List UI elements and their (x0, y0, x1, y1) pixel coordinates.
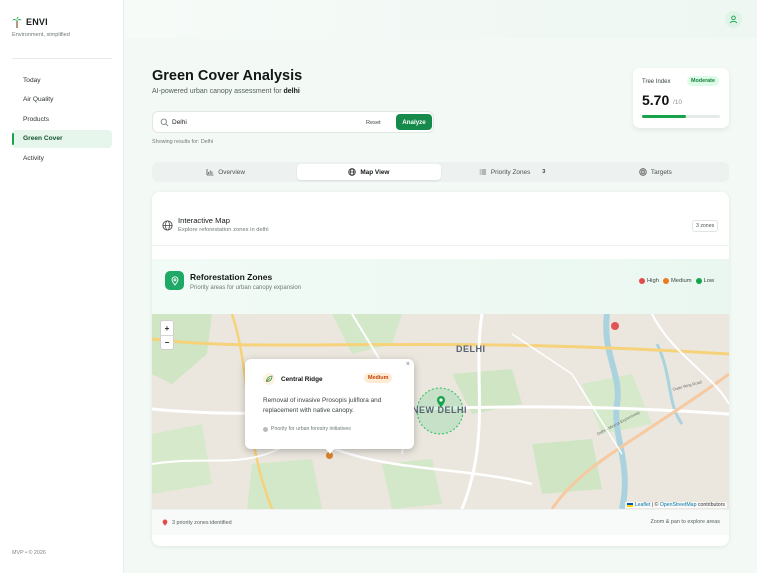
user-icon (729, 15, 738, 24)
legend-high-label: High (647, 278, 659, 284)
sidebar-item-today[interactable]: Today (12, 71, 112, 89)
tree-index-value: 5.70 (642, 92, 670, 108)
popup-title: Central Ridge (281, 376, 323, 383)
search-icon (160, 118, 169, 127)
legend-low: Low (695, 278, 715, 284)
brand[interactable]: ENVI (12, 16, 48, 28)
zones-identified: 3 priority zones identified (162, 519, 232, 526)
tree-index-badge: Moderate (687, 76, 719, 86)
sidebar: ENVI Environment, simplified Today Air Q… (0, 0, 124, 573)
target-icon (639, 168, 647, 176)
popup-tail (325, 448, 335, 454)
priority-legend: High Medium Low (639, 278, 714, 284)
page-title: Green Cover Analysis (152, 68, 303, 84)
globe-icon (348, 168, 357, 176)
leaf-icon (263, 373, 275, 385)
search-results-text: Showing results for: Delhi (152, 139, 214, 145)
sidebar-nav: Today Air Quality Products Green Cover A… (12, 71, 112, 169)
reset-button[interactable]: Reset (366, 117, 381, 128)
map-zoom-control: + − (160, 320, 174, 350)
sidebar-item-air-quality[interactable]: Air Quality (12, 91, 112, 109)
zone-marker-high[interactable] (611, 322, 619, 330)
sidebar-item-products[interactable]: Products (12, 110, 112, 128)
legend-medium: Medium (662, 278, 692, 284)
reforestation-zones-header: Reforestation Zones Priority areas for u… (152, 259, 729, 315)
user-avatar[interactable] (725, 11, 742, 28)
tree-index-progress (642, 115, 720, 118)
top-bar (124, 0, 757, 38)
map-hint: Zoom & pan to explore areas (650, 519, 720, 525)
sidebar-footer: MVP • © 2026 (12, 550, 46, 556)
priority-zones-count: 3 (542, 169, 546, 175)
popup-description: Removal of invasive Prosopis juliflora a… (263, 397, 382, 415)
page-subtitle: AI-powered urban canopy assessment for d… (152, 88, 300, 95)
interactive-map-header: Interactive Map Explore reforestation zo… (152, 192, 729, 246)
legend-low-label: Low (703, 278, 715, 284)
brand-name: ENVI (26, 17, 48, 27)
location-pin-icon (162, 519, 168, 526)
globe-icon (162, 220, 173, 231)
map-label-delhi: DELHI (456, 344, 486, 354)
sidebar-item-activity[interactable]: Activity (12, 149, 112, 167)
tree-index-card: Tree Index Moderate 5.70 /10 (633, 68, 729, 128)
zoom-in-button[interactable]: + (161, 321, 173, 335)
tree-index-progress-fill (642, 115, 687, 118)
city-search-input[interactable] (172, 116, 332, 129)
analyze-button[interactable]: Analyze (396, 114, 432, 130)
map-footer: 3 priority zones identified Zoom & pan t… (152, 509, 729, 535)
leaflet-link[interactable]: Leaflet (635, 502, 651, 508)
tab-targets-label: Targets (650, 168, 672, 176)
zone-popup: × Central Ridge Medium Removal of invasi… (245, 359, 414, 454)
tab-overview[interactable]: Overview (154, 164, 297, 180)
map-pin-icon (165, 271, 184, 290)
popup-priority-text: Priority for urban forestry initiatives (271, 426, 351, 432)
popup-priority-badge: Medium (364, 373, 393, 383)
tab-map-view-label: Map View (360, 168, 390, 176)
leaflet-map[interactable]: DELHI NEW DELHI Delhi - Meerut Expresswa… (152, 314, 729, 509)
view-tabs: Overview Map View Priority Zones 3 Targe… (152, 162, 729, 182)
ukraine-flag-icon (627, 502, 634, 507)
map-attribution: Leaflet | © OpenStreetMap contributors (625, 502, 727, 508)
legend-low-dot (695, 278, 702, 284)
attribution-separator: | © (650, 502, 660, 508)
reforestation-zones-title: Reforestation Zones (190, 272, 273, 282)
legend-medium-label: Medium (670, 278, 692, 284)
tree-index-label: Tree Index (642, 79, 671, 85)
brand-tagline: Environment, simplified (12, 32, 70, 38)
bar-chart-icon (206, 169, 214, 176)
legend-high: High (639, 278, 659, 284)
subtitle-city: delhi (283, 88, 300, 95)
attribution-tail: contributors (696, 502, 725, 508)
tab-map-view[interactable]: Map View (297, 164, 441, 180)
legend-medium-dot (662, 278, 669, 284)
popup-close-button[interactable]: × (406, 361, 410, 368)
tab-priority-zones-label: Priority Zones (490, 168, 531, 176)
priority-dot (263, 426, 268, 432)
zone-marker-low[interactable] (436, 395, 446, 408)
tab-targets[interactable]: Targets (584, 164, 727, 180)
popup-priority-note: Priority for urban forestry initiatives (263, 426, 351, 432)
tab-priority-zones[interactable]: Priority Zones 3 (441, 164, 584, 180)
palm-tree-icon (12, 16, 22, 28)
legend-high-dot (639, 278, 645, 284)
city-search-bar: Reset Analyze (152, 111, 434, 133)
tree-index-max: /10 (673, 99, 683, 106)
map-panel: Interactive Map Explore reforestation zo… (152, 192, 729, 546)
sidebar-divider (12, 58, 112, 59)
interactive-map-subtitle: Explore reforestation zones in delhi (178, 227, 269, 233)
list-icon (479, 169, 486, 175)
subtitle-prefix: AI-powered urban canopy assessment for (152, 88, 284, 95)
sidebar-item-green-cover[interactable]: Green Cover (12, 129, 112, 148)
reforestation-zones-subtitle: Priority areas for urban canopy expansio… (190, 285, 302, 291)
zoom-out-button[interactable]: − (161, 335, 173, 349)
zones-count-chip: 3 zones (692, 220, 719, 232)
zones-identified-text: 3 priority zones identified (172, 519, 232, 526)
tab-overview-label: Overview (218, 168, 245, 176)
interactive-map-title: Interactive Map (178, 216, 230, 225)
osm-link[interactable]: OpenStreetMap (660, 502, 697, 508)
